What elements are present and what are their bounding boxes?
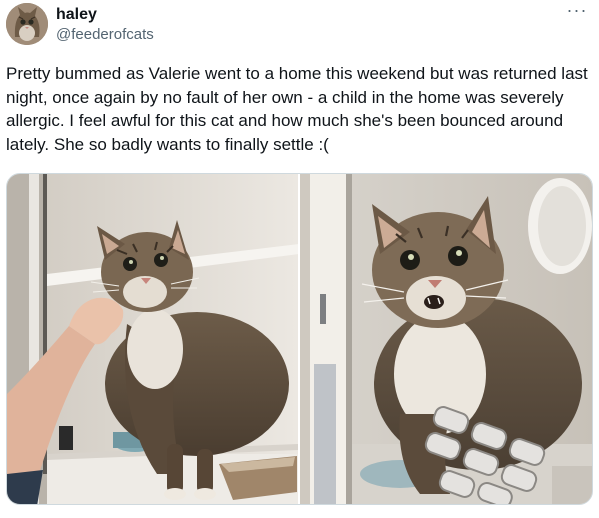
tweet-text: Pretty bummed as Valerie went to a home … — [6, 64, 588, 154]
more-options-button[interactable]: ··· — [565, 0, 589, 23]
author-display-name[interactable]: haley — [56, 5, 97, 24]
cat-photo-right — [300, 174, 592, 504]
media-grid — [6, 173, 593, 505]
tweet: haley @feederofcats ··· Pretty bummed as… — [0, 0, 599, 518]
author-handle[interactable]: @feederofcats — [56, 26, 154, 44]
photo-cat-staring[interactable] — [300, 174, 592, 504]
cat-photo-left — [7, 174, 298, 504]
photo-cat-petted[interactable] — [7, 174, 298, 504]
more-horizontal-icon: ··· — [566, 0, 588, 20]
avatar[interactable] — [6, 3, 48, 45]
avatar-cat-image — [6, 3, 48, 45]
